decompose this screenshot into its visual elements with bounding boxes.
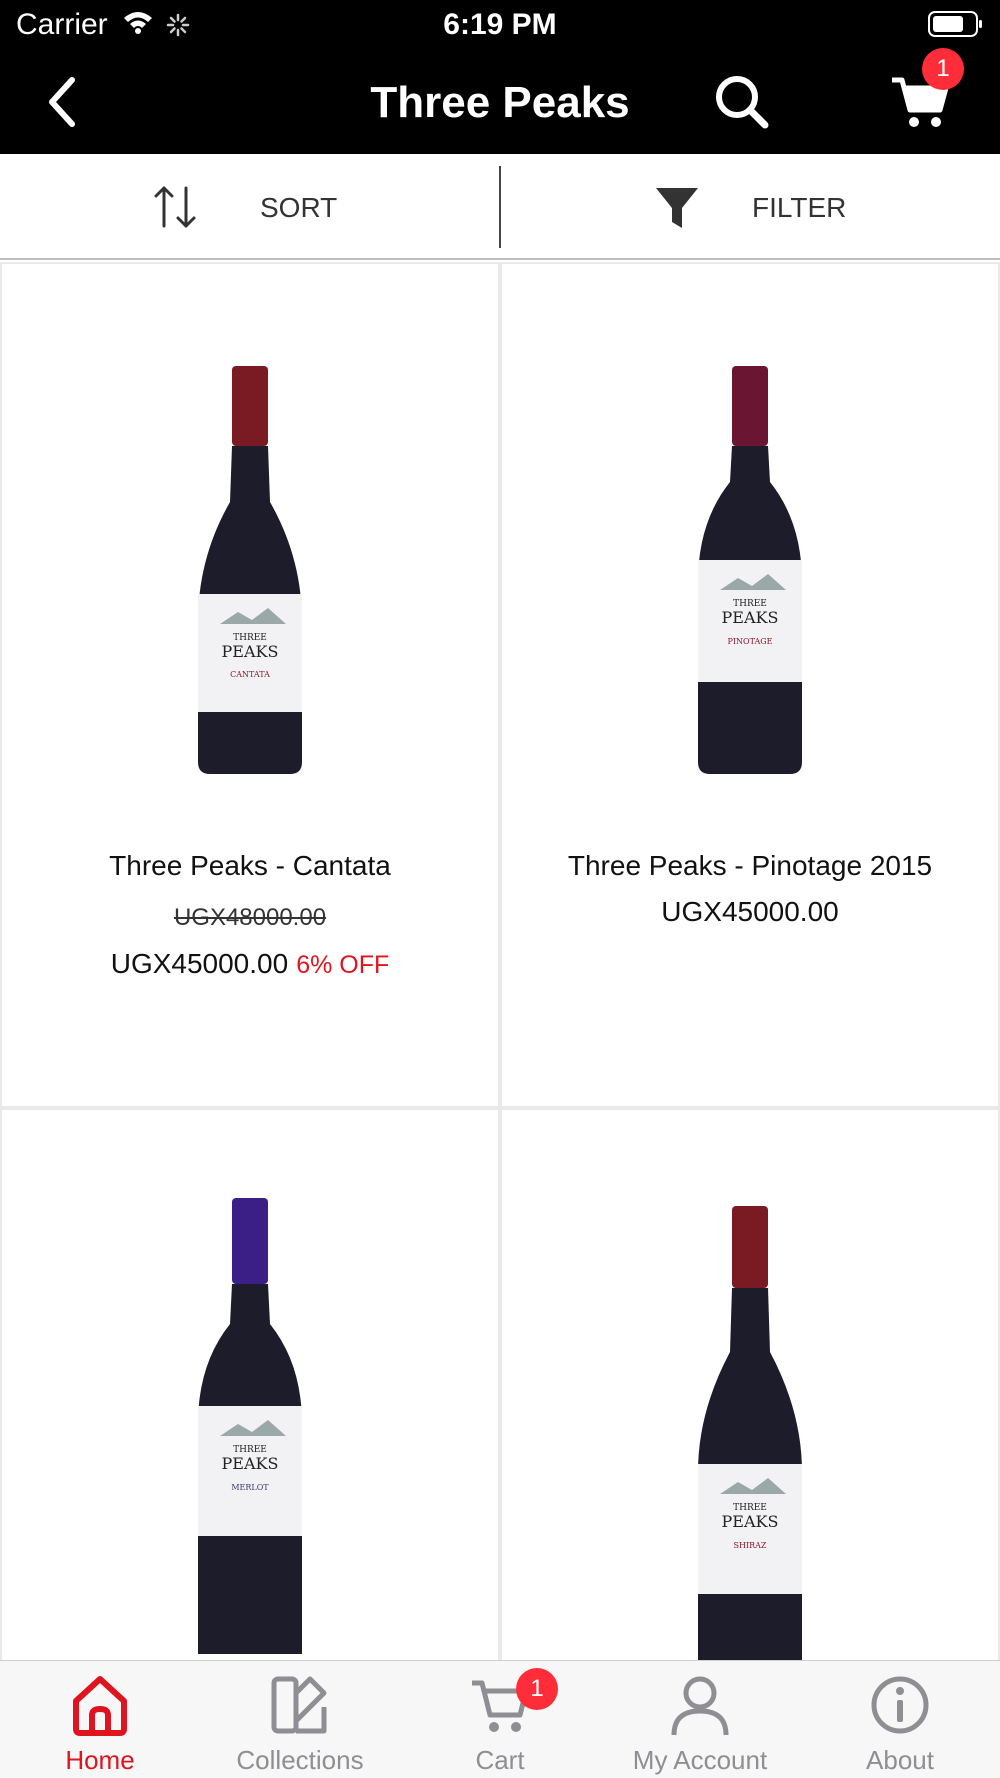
bottle-brand-line2: PEAKS — [222, 642, 279, 661]
bottle-varietal: SHIRAZ — [734, 1541, 767, 1550]
bottle-varietal: CANTATA — [230, 670, 270, 679]
filter-label: FILTER — [752, 192, 847, 223]
header-cart-badge: 1 — [922, 48, 964, 90]
product-card[interactable]: THREE PEAKS PINOTAGE Three Peaks - Pinot… — [502, 264, 998, 1106]
home-icon — [73, 1676, 127, 1736]
product-price-row: UGX45000.00 6% OFF — [2, 948, 498, 980]
tab-about[interactable]: About — [800, 1661, 1000, 1778]
sort-icon — [152, 184, 198, 235]
tab-label: Home — [65, 1745, 135, 1775]
product-old-price: UGX48000.00 — [173, 904, 327, 931]
product-card[interactable]: THREE PEAKS SHIRAZ — [502, 1110, 998, 1660]
tab-my-account[interactable]: My Account — [600, 1661, 800, 1778]
status-bar: Carrier 6:19 PM — [0, 0, 1000, 50]
sort-filter-bar: SORT FILTER — [0, 154, 1000, 260]
tab-label: About — [866, 1745, 934, 1775]
tab-label: Collections — [236, 1745, 364, 1775]
product-name: Three Peaks - Cantata — [109, 850, 391, 881]
product-price: UGX45000.00 — [661, 896, 839, 927]
account-icon — [671, 1676, 729, 1736]
page-title: Three Peaks — [370, 78, 630, 127]
wine-bottle-image: THREE PEAKS MERLOT — [198, 1198, 302, 1654]
search-icon — [716, 76, 769, 129]
status-time: 6:19 PM — [443, 8, 557, 41]
tab-cart[interactable]: Cart — [400, 1661, 600, 1778]
sort-button[interactable]: SORT — [0, 154, 500, 258]
tab-home[interactable]: Home — [0, 1661, 200, 1778]
bottom-tab-bar: Home Collections Cart My Account About — [0, 1660, 1000, 1778]
tab-cart-badge: 1 — [516, 1668, 558, 1710]
filter-button[interactable]: FILTER — [502, 154, 1000, 258]
battery-icon — [928, 11, 984, 42]
toolbar-divider — [499, 166, 501, 248]
product-card[interactable]: THREE PEAKS CANTATA Three Peaks - Cantat… — [2, 264, 498, 1106]
bottle-varietal: PINOTAGE — [727, 637, 772, 646]
bottle-varietal: MERLOT — [231, 1483, 269, 1492]
bottle-brand-line2: PEAKS — [222, 1454, 279, 1473]
bottle-brand-line2: PEAKS — [722, 1512, 779, 1531]
tab-label: Cart — [475, 1745, 525, 1775]
product-card[interactable]: THREE PEAKS MERLOT — [2, 1110, 498, 1660]
collections-icon — [271, 1676, 327, 1734]
bottle-brand-line2: PEAKS — [722, 608, 779, 627]
tab-label: My Account — [632, 1745, 768, 1775]
info-icon — [871, 1676, 929, 1734]
product-price-row: UGX45000.00 — [502, 896, 998, 928]
product-price: UGX45000.00 — [110, 948, 289, 979]
discount-label: 6% OFF — [296, 951, 390, 979]
tab-collections[interactable]: Collections — [200, 1661, 400, 1778]
top-bar: Carrier 6:19 PM Three Peaks — [0, 0, 1000, 154]
wine-bottle-image: THREE PEAKS SHIRAZ — [698, 1206, 802, 1660]
product-name: Three Peaks - Pinotage 2015 — [567, 850, 933, 881]
wine-bottle-image: THREE PEAKS PINOTAGE — [698, 366, 802, 774]
wine-bottle-image: THREE PEAKS CANTATA — [198, 366, 302, 774]
nav-bar: Three Peaks — [0, 50, 1000, 154]
sort-label: SORT — [260, 192, 338, 223]
filter-icon — [654, 184, 700, 237]
search-button[interactable] — [710, 70, 774, 134]
product-grid: THREE PEAKS CANTATA Three Peaks - Cantat… — [0, 262, 1000, 1660]
